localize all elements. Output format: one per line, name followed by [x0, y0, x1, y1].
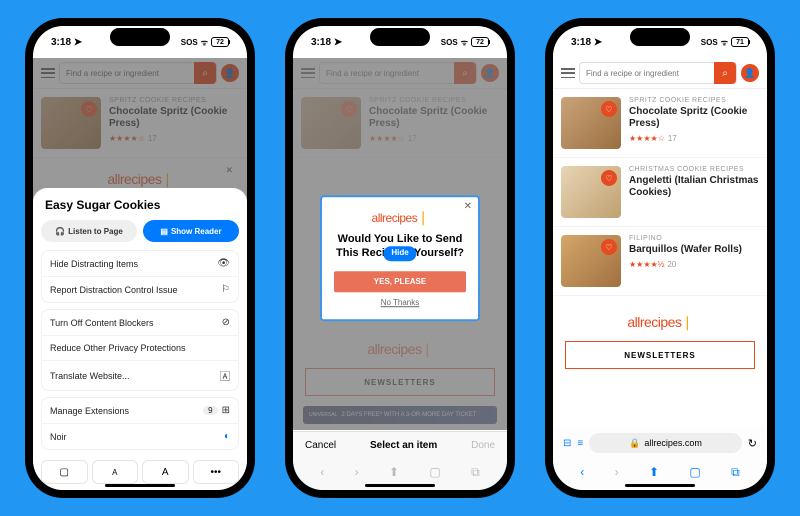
recipe-image: ♡ — [561, 97, 621, 149]
hide-toolbar-icon[interactable]: ≡ — [577, 438, 583, 449]
phone-3: 3:18 ➤ SOS ᯤ 71 ⌕ 👤 ♡ SPRITZ COOKIE RECI… — [545, 18, 775, 498]
privacy-protections[interactable]: Reduce Other Privacy Protections — [42, 336, 238, 361]
dynamic-island — [630, 28, 690, 46]
recipe-category: FILIPINO — [629, 235, 759, 242]
tabs-icon: ⧉ — [471, 465, 480, 480]
cancel-button[interactable]: Cancel — [305, 440, 336, 451]
top-bar: ⌕ 👤 — [553, 58, 767, 89]
manage-extensions[interactable]: Manage Extensions9⊞ — [42, 398, 238, 424]
forward-icon: › — [355, 465, 359, 480]
translate-icon: 🄰 — [220, 368, 230, 383]
home-indicator[interactable] — [625, 484, 695, 487]
search-box[interactable]: ⌕ — [579, 62, 737, 84]
font-smaller[interactable]: A — [92, 460, 139, 484]
recipe-card[interactable]: ♡ FILIPINO Barquillos (Wafer Rolls) ★★★★… — [553, 227, 767, 296]
blocker-icon: ⊘ — [222, 317, 230, 328]
bottom-toolbar: ⊟ ≡ 🔒allrecipes.com ↻ ‹ › ⬆ ▢ ⧉ — [553, 427, 767, 490]
reader-icon: ▤ — [160, 227, 168, 236]
reader-toggle[interactable]: ▢ — [41, 460, 88, 484]
hide-label[interactable]: Hide — [383, 247, 416, 261]
heart-icon[interactable]: ♡ — [601, 101, 617, 117]
recipe-card[interactable]: ♡ SPRITZ COOKIE RECIPES Chocolate Spritz… — [553, 89, 767, 158]
no-thanks-link[interactable]: No Thanks — [334, 298, 466, 307]
show-reader-button[interactable]: ▤Show Reader — [143, 220, 239, 242]
dynamic-island — [110, 28, 170, 46]
url-field[interactable]: 🔒allrecipes.com — [589, 433, 742, 453]
share-icon: ⬆ — [389, 465, 399, 480]
puzzle-icon: ⊞ — [222, 405, 230, 416]
done-button: Done — [471, 440, 495, 451]
popup-question: Would You Like to Send This Recipe to Yo… — [334, 232, 466, 261]
dynamic-island — [370, 28, 430, 46]
bookmarks-icon[interactable]: ▢ — [689, 465, 700, 480]
recipe-title: Barquillos (Wafer Rolls) — [629, 244, 759, 256]
content-blockers[interactable]: Turn Off Content Blockers⊘ — [42, 310, 238, 336]
recipe-card[interactable]: ♡ CHRISTMAS COOKIE RECIPES Angeletti (It… — [553, 158, 767, 227]
hide-distracting-items[interactable]: Hide Distracting Items👁 — [42, 251, 238, 277]
recipe-category: SPRITZ COOKIE RECIPES — [629, 97, 759, 104]
recipe-title: Chocolate Spritz (Cookie Press) — [629, 106, 759, 130]
lock-icon: 🔒 — [629, 438, 640, 449]
reload-icon[interactable]: ↻ — [748, 437, 757, 450]
listen-to-page-button[interactable]: 🎧Listen to Page — [41, 220, 137, 242]
home-indicator[interactable] — [365, 484, 435, 487]
report-distraction[interactable]: Report Distraction Control Issue⚐ — [42, 277, 238, 302]
forward-icon: › — [615, 465, 619, 480]
recipe-popup[interactable]: ✕ allrecipes❘ Would You Like to Send Thi… — [320, 195, 480, 321]
phone-2: 3:18 ➤ SOS ᯤ 72 ⌕ 👤 ♡ SPRITZ COOKIE RECI… — [285, 18, 515, 498]
newsletters-button[interactable]: NEWSLETTERS — [565, 341, 755, 369]
close-icon[interactable]: ✕ — [464, 201, 472, 212]
headphones-icon: 🎧 — [55, 227, 65, 236]
allrecipes-logo: allrecipes❘ — [553, 314, 767, 331]
recipe-image: ♡ — [561, 166, 621, 218]
share-icon[interactable]: ⬆ — [649, 465, 659, 480]
home-indicator[interactable] — [105, 484, 175, 487]
heart-icon[interactable]: ♡ — [601, 239, 617, 255]
recipe-title: Angeletti (Italian Christmas Cookies) — [629, 175, 759, 199]
phone-1: 3:18 ➤ SOS ᯤ 72 ⌕ 👤 ♡ SPRITZ COOKIE RECI… — [25, 18, 255, 498]
sheet-title: Easy Sugar Cookies — [41, 198, 239, 212]
font-larger[interactable]: A — [142, 460, 189, 484]
back-icon: ‹ — [320, 465, 324, 480]
user-icon[interactable]: 👤 — [741, 64, 759, 82]
eye-slash-icon: 👁 — [217, 258, 230, 269]
select-prompt: Select an item — [370, 440, 437, 451]
bookmarks-icon: ▢ — [429, 465, 440, 480]
page-menu-sheet: Easy Sugar Cookies 🎧Listen to Page ▤Show… — [33, 188, 247, 490]
rating: ★★★★½20 — [629, 260, 759, 269]
more-button[interactable]: ••• — [193, 460, 240, 484]
noir-extension[interactable]: Noir◐ — [42, 424, 238, 449]
rating: ★★★★☆17 — [629, 134, 759, 143]
moon-icon: ◐ — [224, 431, 230, 442]
tabs-icon[interactable]: ⧉ — [731, 465, 740, 480]
yes-please-button[interactable]: YES, PLEASE — [334, 271, 466, 292]
recipe-category: CHRISTMAS COOKIE RECIPES — [629, 166, 759, 173]
menu-icon[interactable] — [561, 68, 575, 78]
back-icon[interactable]: ‹ — [580, 465, 584, 480]
recipe-image: ♡ — [561, 235, 621, 287]
search-input[interactable] — [580, 69, 714, 78]
report-icon: ⚐ — [221, 284, 230, 295]
translate-website[interactable]: Translate Website...🄰 — [42, 361, 238, 390]
page-settings-icon[interactable]: ⊟ — [563, 438, 571, 449]
search-button[interactable]: ⌕ — [714, 62, 736, 84]
allrecipes-logo: allrecipes❘ — [334, 209, 466, 226]
heart-icon[interactable]: ♡ — [601, 170, 617, 186]
bottom-toolbar: Cancel Select an item Done ‹ › ⬆ ▢ ⧉ — [293, 431, 507, 490]
